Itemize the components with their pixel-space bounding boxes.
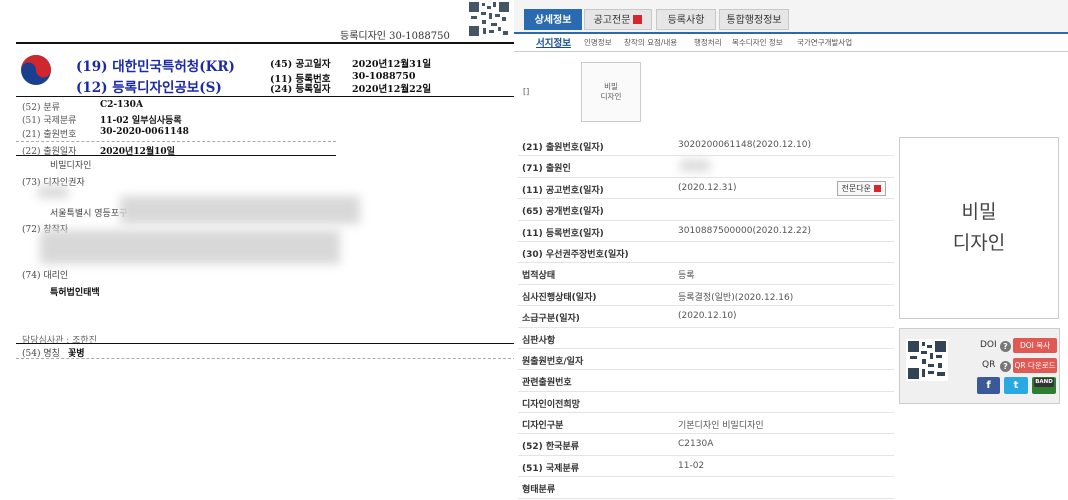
agent-label: (74) 대리인	[22, 271, 69, 281]
subtab-design-points[interactable]: 창작의 요점/내용	[624, 37, 677, 48]
top-rule	[16, 42, 514, 44]
table-row: (11) 등록번호(일자) 3010887500000(2020.12.22)	[518, 221, 894, 242]
redacted-holder-name	[38, 186, 68, 198]
redacted-creators	[40, 230, 340, 264]
holder-address: 서울특별시 영등포구	[50, 209, 128, 219]
table-row: 심판사항	[518, 328, 894, 349]
table-row: 디자인이전희망	[518, 392, 894, 414]
table-row: (11) 공고번호(일자) (2020.12.31) 전문다운	[518, 178, 894, 200]
table-row: 법적상태 등록	[518, 263, 894, 285]
table-row: (30) 우선권주장번호(일자)	[518, 242, 894, 264]
table-row: 관련출원번호	[518, 370, 894, 392]
tab-integrated-admin[interactable]: 통합행정정보	[719, 9, 789, 30]
detail-panel: 상세정보 공고전문 등록사항 통합행정정보 서지정보 인명정보 창작의 요점/내…	[514, 0, 1068, 500]
tab-detail-info[interactable]: 상세정보	[524, 9, 582, 30]
examiner: 담당심사관 : 조한진	[22, 336, 97, 346]
rule	[16, 343, 516, 344]
registration-number-line: 등록디자인 30-1088750	[340, 31, 450, 42]
share-box: DOI ? DOI 복사 QR ? QR 다운로드 f t BAND	[899, 328, 1060, 404]
subtab-admin-process[interactable]: 행정처리	[694, 37, 722, 48]
dashed-rule	[16, 141, 336, 142]
doi-label: DOI	[980, 340, 997, 350]
table-row: 심사진행상태(일자) 등록결정(일반)(2020.12.16)	[518, 285, 894, 307]
table-row: (65) 공개번호(일자)	[518, 199, 894, 221]
table-row: 원출원번호/일자	[518, 349, 894, 371]
pdf-icon	[633, 15, 643, 24]
qr-code-icon	[906, 339, 948, 381]
table-row: (71) 출원인	[518, 156, 894, 178]
korea-emblem-icon	[21, 55, 51, 85]
subtab-national-rnd[interactable]: 국가연구개발사업	[797, 37, 852, 48]
pdf-icon	[874, 184, 881, 192]
table-row: (52) 한국분류 C2130A	[518, 434, 894, 456]
table-row: (21) 출원번호(일자) 3020200061148(2020.12.10)	[518, 135, 894, 157]
bibliographic-table: (21) 출원번호(일자) 3020200061148(2020.12.10) (…	[518, 135, 894, 499]
office-header: (19) 대한민국특허청(KR)	[76, 59, 235, 75]
bib-row: (52) 분류 C2-130A	[22, 100, 143, 113]
qr-help-icon[interactable]: ?	[1000, 361, 1011, 372]
thumbnail-caption: []	[523, 87, 530, 96]
document-qr-icon	[467, 0, 511, 38]
gazette-type-header: (12) 등록디자인공보(S)	[76, 80, 222, 96]
secret-design-note: 비밀디자인	[50, 161, 92, 171]
design-thumbnail[interactable]: 비밀 디자인	[581, 62, 641, 122]
doi-copy-button[interactable]: DOI 복사	[1013, 338, 1057, 353]
rule	[16, 358, 516, 359]
table-row: 형태분류	[518, 477, 894, 499]
secret-design-image: 비밀 디자인	[899, 137, 1059, 319]
table-row: 소급구분(일자) (2020.12.10)	[518, 306, 894, 328]
subtab-multi-design[interactable]: 복수디자인 정보	[732, 37, 783, 48]
qr-label: QR	[982, 360, 996, 370]
twitter-share-button[interactable]: t	[1004, 377, 1028, 394]
tab-registration[interactable]: 등록사항	[656, 9, 716, 30]
rule	[16, 155, 336, 156]
band-share-button[interactable]: BAND	[1032, 377, 1056, 394]
bib-row: (21) 출원번호 30-2020-0061148	[22, 127, 189, 140]
table-row: 디자인구분 기본디자인 비밀디자인	[518, 413, 894, 435]
meta-row: (45) 공고일자 2020년12월31일	[270, 59, 432, 70]
agent-name: 특허법인태백	[50, 288, 100, 298]
subtab-bibliographic[interactable]: 서지정보	[536, 35, 571, 49]
facebook-share-button[interactable]: f	[977, 377, 1000, 394]
gazette-document: 등록디자인 30-1088750 (19) 대한민국특허청(KR) (12) 등…	[0, 0, 516, 500]
tab-bar: 상세정보 공고전문 등록사항 통합행정정보	[514, 0, 1068, 34]
qr-download-button[interactable]: QR 다운로드	[1013, 358, 1057, 373]
doi-help-icon[interactable]: ?	[1000, 341, 1011, 352]
meta-row: (24) 등록일자 2020년12월22일	[270, 84, 432, 95]
full-text-download-button[interactable]: 전문다운	[836, 180, 886, 196]
redacted-applicant	[680, 160, 710, 172]
table-row: (51) 국제분류 11-02	[518, 456, 894, 478]
mid-rule	[16, 96, 514, 97]
subtab-persons[interactable]: 인명정보	[584, 37, 612, 48]
tab-gazette-full[interactable]: 공고전문	[584, 9, 652, 30]
subtab-bar: 서지정보 인명정보 창작의 요점/내용 행정처리 복수디자인 정보 국가연구개발…	[514, 34, 1068, 52]
bib-row: (51) 국제분류 11-02 일부심사등록	[22, 116, 182, 126]
redacted-address	[120, 196, 360, 224]
